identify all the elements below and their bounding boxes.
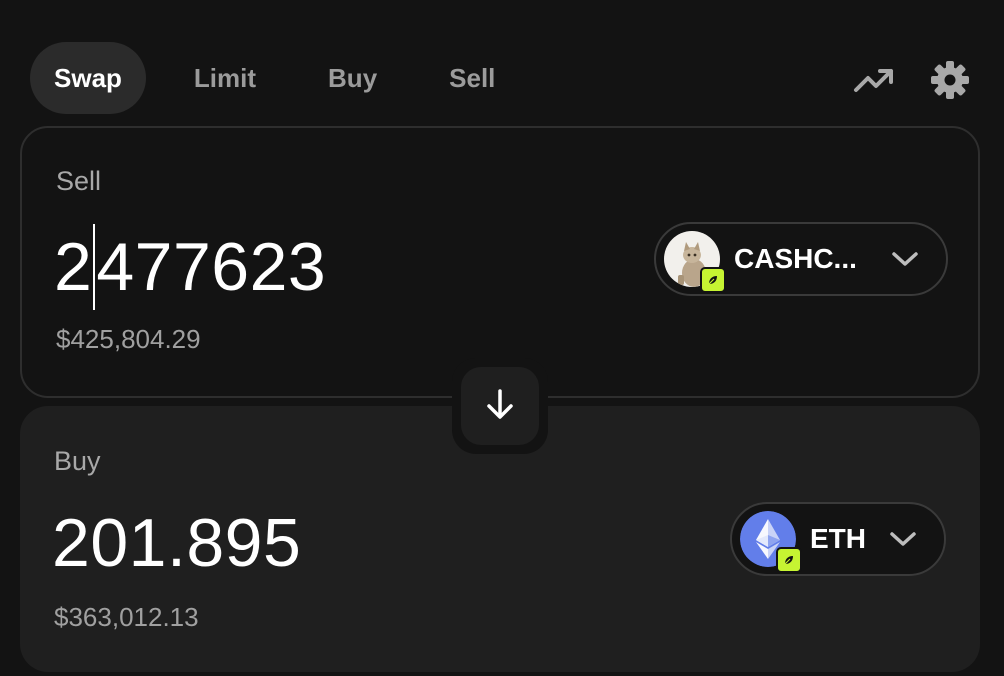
trending-up-icon[interactable] [852,58,896,102]
text-cursor [93,224,96,310]
sell-label: Sell [56,166,102,196]
switch-tokens-button[interactable] [461,367,539,445]
sell-amount-first-digit: 2 [54,229,93,305]
chevron-down-icon [888,524,918,554]
buy-token-selector[interactable]: ETH [730,502,946,576]
tab-sell[interactable]: Sell [425,42,519,114]
switch-button-wrapper [452,358,548,454]
tab-bar: Swap Limit Buy Sell [30,42,543,114]
sell-amount-rest: 477623 [96,229,327,305]
swap-widget: Swap Limit Buy Sell Sell 2 477623 $425,8… [0,0,1004,676]
cashcat-token-icon [664,231,726,293]
tab-swap[interactable]: Swap [30,42,146,114]
arrow-down-icon [482,386,518,427]
tab-limit[interactable]: Limit [170,42,280,114]
sell-amount-input[interactable]: 2 477623 [54,224,326,310]
chevron-down-icon [890,244,920,274]
tab-buy[interactable]: Buy [304,42,401,114]
leaf-icon [776,547,802,573]
buy-amount-input[interactable]: 201.895 [52,504,301,582]
top-actions [820,58,972,102]
sell-token-selector[interactable]: CASHC... [654,222,948,296]
gear-icon[interactable] [928,58,972,102]
eth-token-icon [740,511,802,573]
sell-token-symbol: CASHC... [734,243,857,274]
sell-usd-value: $425,804.29 [56,324,201,354]
buy-usd-value: $363,012.13 [54,602,199,632]
buy-amount-value: 201.895 [52,505,302,581]
leaf-icon [700,267,726,293]
buy-label: Buy [54,446,101,476]
buy-token-symbol: ETH [810,523,866,554]
